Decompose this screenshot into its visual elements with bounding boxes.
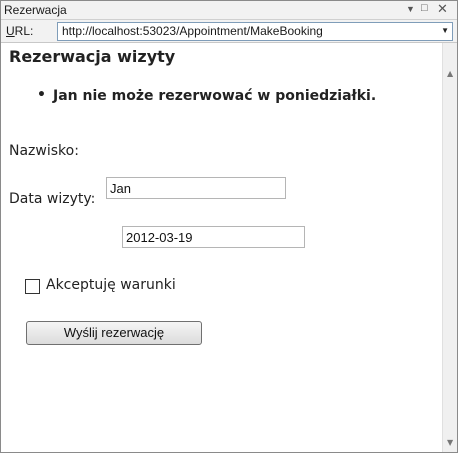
url-label: URL: (6, 24, 34, 38)
terms-checkbox[interactable] (25, 279, 40, 294)
name-label: Nazwisko: (9, 143, 79, 159)
window-title: Rezerwacja (4, 3, 67, 17)
vertical-scrollbar[interactable]: ▲ ▼ (442, 43, 457, 452)
url-input[interactable]: http://localhost:53023/Appointment/MakeB… (57, 22, 453, 41)
name-field[interactable]: Jan (106, 177, 286, 199)
date-label: Data wizyty: (9, 191, 96, 207)
title-bar: Rezerwacja ▼ □ ✕ (1, 1, 457, 20)
browser-window: Rezerwacja ▼ □ ✕ URL: http://localhost:5… (0, 0, 458, 453)
date-field[interactable]: 2012-03-19 (122, 226, 305, 248)
url-dropdown-icon[interactable]: ▼ (441, 26, 449, 35)
validation-summary: • Jan nie może rezerwować w poniedziałki… (37, 87, 377, 104)
chevron-down-icon[interactable]: ▼ (406, 4, 415, 14)
close-icon[interactable]: ✕ (437, 1, 448, 17)
maximize-icon[interactable]: □ (421, 2, 428, 14)
submit-button[interactable]: Wyślij rezerwację (26, 321, 202, 345)
bullet-icon: • (37, 87, 46, 103)
validation-error: Jan nie może rezerwować w poniedziałki. (53, 88, 377, 104)
url-bar: URL: http://localhost:53023/Appointment/… (1, 20, 457, 43)
scroll-up-icon[interactable]: ▲ (447, 69, 453, 78)
terms-label[interactable]: Akceptuję warunki (46, 277, 176, 293)
url-text: http://localhost:53023/Appointment/MakeB… (62, 24, 323, 38)
page-title: Rezerwacja wizyty (9, 47, 176, 66)
scroll-down-icon[interactable]: ▼ (447, 438, 453, 447)
